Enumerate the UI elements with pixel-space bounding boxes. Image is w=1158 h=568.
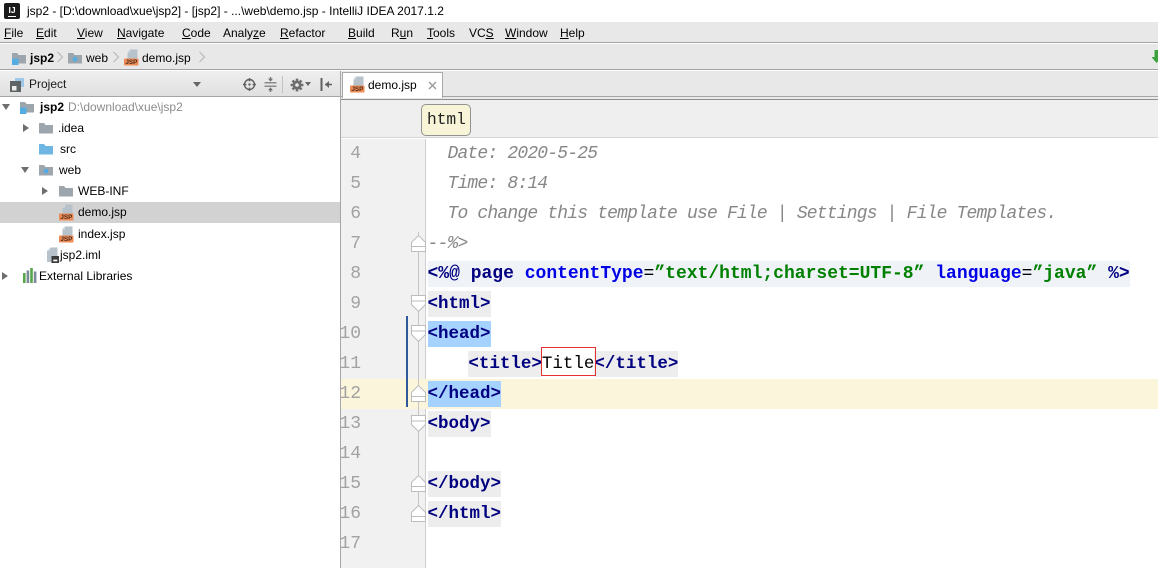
svg-text:JSP: JSP <box>60 214 73 221</box>
svg-text:JSP: JSP <box>125 59 138 66</box>
svg-text:JSP: JSP <box>60 236 73 243</box>
svg-text:JSP: JSP <box>351 86 364 93</box>
